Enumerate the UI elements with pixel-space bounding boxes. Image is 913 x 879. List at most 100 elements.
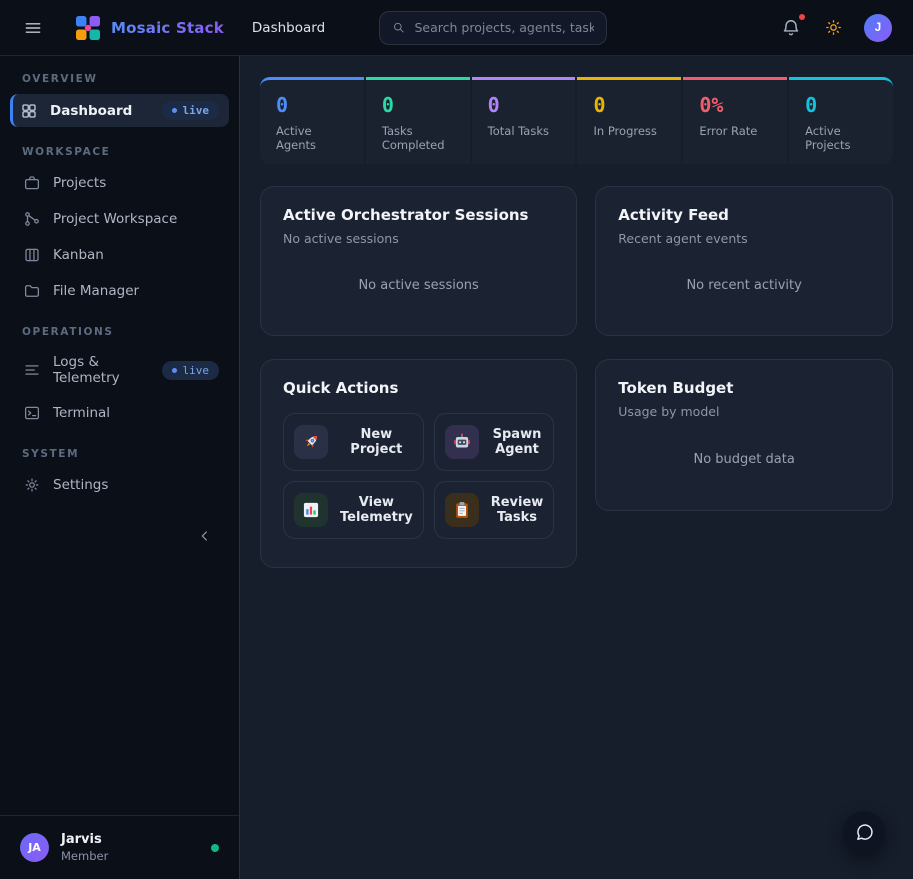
section-overview: OVERVIEW: [0, 73, 239, 85]
quick-action-label: Review Tasks: [491, 495, 544, 525]
sidebar-item-projects[interactable]: Projects: [10, 167, 229, 199]
user-name: Jarvis: [61, 832, 108, 847]
live-dot-icon: [172, 368, 177, 373]
stat-card-tasks-completed: 0 Tasks Completed: [366, 77, 470, 164]
activity-feed-card: Activity Feed Recent agent events No rec…: [595, 186, 893, 336]
stat-label: Tasks Completed: [382, 124, 454, 152]
stat-card-active-projects: 0 Active Projects: [789, 77, 893, 164]
sun-icon[interactable]: [822, 16, 845, 39]
review-tasks-button[interactable]: Review Tasks: [434, 481, 555, 539]
sidebar: OVERVIEW Dashboard live WORKSPACE: [0, 56, 240, 879]
token-budget-card: Token Budget Usage by model No budget da…: [595, 359, 893, 511]
sidebar-item-file-manager[interactable]: File Manager: [10, 275, 229, 307]
chat-icon: [854, 822, 875, 843]
budget-card-subtitle: Usage by model: [618, 404, 870, 419]
bell-icon[interactable]: [779, 16, 803, 40]
page-title: Dashboard: [252, 20, 325, 36]
stat-value: 0: [593, 93, 665, 117]
robot-icon: [445, 425, 479, 459]
live-badge: live: [162, 101, 220, 120]
activity-empty-state: No recent activity: [618, 246, 870, 316]
app-window: Mosaic Stack Dashboard: [0, 0, 913, 879]
sidebar-item-label: Logs & Telemetry: [53, 354, 150, 386]
mosaic-logo-icon: [75, 15, 101, 41]
sidebar-item-label: File Manager: [53, 283, 139, 299]
stat-value: 0: [805, 93, 877, 117]
grid-icon: [20, 102, 38, 120]
user-role: Member: [61, 849, 108, 863]
sidebar-item-settings[interactable]: Settings: [10, 469, 229, 501]
sessions-card-subtitle: No active sessions: [283, 231, 554, 246]
sidebar-item-label: Kanban: [53, 247, 104, 263]
budget-card-title: Token Budget: [618, 379, 870, 397]
sessions-empty-state: No active sessions: [283, 246, 554, 316]
main-content: 0 Active Agents 0 Tasks Completed 0 Tota…: [240, 56, 913, 879]
terminal-icon: [23, 404, 41, 422]
section-system: SYSTEM: [0, 448, 239, 460]
stat-label: Total Tasks: [488, 124, 560, 138]
avatar-initial: J: [875, 22, 881, 34]
sidebar-item-label: Settings: [53, 477, 108, 493]
sidebar-item-kanban[interactable]: Kanban: [10, 239, 229, 271]
activity-card-title: Activity Feed: [618, 206, 870, 224]
topbar: Mosaic Stack Dashboard: [0, 0, 913, 56]
stat-label: Active Agents: [276, 124, 348, 152]
chevron-left-icon: [197, 528, 213, 544]
sidebar-item-label: Dashboard: [50, 103, 132, 119]
quick-action-label: New Project: [340, 427, 413, 457]
stats-row: 0 Active Agents 0 Tasks Completed 0 Tota…: [260, 77, 893, 164]
sidebar-item-dashboard[interactable]: Dashboard live: [10, 94, 229, 127]
search-icon: [392, 20, 405, 35]
stat-value: 0%: [699, 93, 771, 117]
quick-actions-card: Quick Actions: [260, 359, 577, 568]
quick-actions-grid: New Project: [283, 413, 554, 539]
bar-chart-icon: [294, 493, 328, 527]
sidebar-user-card[interactable]: JA Jarvis Member: [0, 815, 239, 879]
stat-card-error-rate: 0% Error Rate: [683, 77, 787, 164]
stat-card-active-agents: 0 Active Agents: [260, 77, 364, 164]
sidebar-collapse-button[interactable]: [193, 524, 217, 548]
section-workspace: WORKSPACE: [0, 146, 239, 158]
sidebar-item-logs-telemetry[interactable]: Logs & Telemetry live: [10, 347, 229, 393]
search-input[interactable]: [415, 20, 595, 35]
view-telemetry-button[interactable]: View Telemetry: [283, 481, 424, 539]
clipboard-icon: [445, 493, 479, 527]
user-avatar-button[interactable]: J: [864, 14, 892, 42]
kanban-icon: [23, 246, 41, 264]
stat-card-total-tasks: 0 Total Tasks: [472, 77, 576, 164]
notification-dot: [799, 14, 805, 20]
stat-value: 0: [382, 93, 454, 117]
cards-grid: Active Orchestrator Sessions No active s…: [260, 186, 893, 568]
chat-fab-button[interactable]: [843, 811, 885, 853]
search-bar[interactable]: [379, 11, 607, 45]
folder-icon: [23, 282, 41, 300]
nodes-icon: [23, 210, 41, 228]
activity-card-subtitle: Recent agent events: [618, 231, 870, 246]
quick-action-label: Spawn Agent: [491, 427, 544, 457]
stat-card-in-progress: 0 In Progress: [577, 77, 681, 164]
stat-value: 0: [276, 93, 348, 117]
sidebar-item-label: Project Workspace: [53, 211, 177, 227]
quick-action-label: View Telemetry: [340, 495, 413, 525]
avatar: JA: [20, 833, 49, 862]
quick-actions-title: Quick Actions: [283, 379, 554, 397]
rocket-icon: [294, 425, 328, 459]
section-operations: OPERATIONS: [0, 326, 239, 338]
sidebar-item-terminal[interactable]: Terminal: [10, 397, 229, 429]
stat-label: In Progress: [593, 124, 665, 138]
stat-value: 0: [488, 93, 560, 117]
new-project-button[interactable]: New Project: [283, 413, 424, 471]
topbar-actions: J: [779, 14, 892, 42]
gear-icon: [23, 476, 41, 494]
live-badge: live: [162, 361, 220, 380]
brand-name: Mosaic Stack: [111, 19, 224, 37]
sessions-card: Active Orchestrator Sessions No active s…: [260, 186, 577, 336]
budget-empty-state: No budget data: [618, 419, 870, 491]
stat-label: Active Projects: [805, 124, 877, 152]
menu-icon[interactable]: [21, 16, 45, 40]
sidebar-item-project-workspace[interactable]: Project Workspace: [10, 203, 229, 235]
brand-logo: Mosaic Stack: [75, 15, 224, 41]
stat-label: Error Rate: [699, 124, 771, 138]
live-dot-icon: [172, 108, 177, 113]
spawn-agent-button[interactable]: Spawn Agent: [434, 413, 555, 471]
